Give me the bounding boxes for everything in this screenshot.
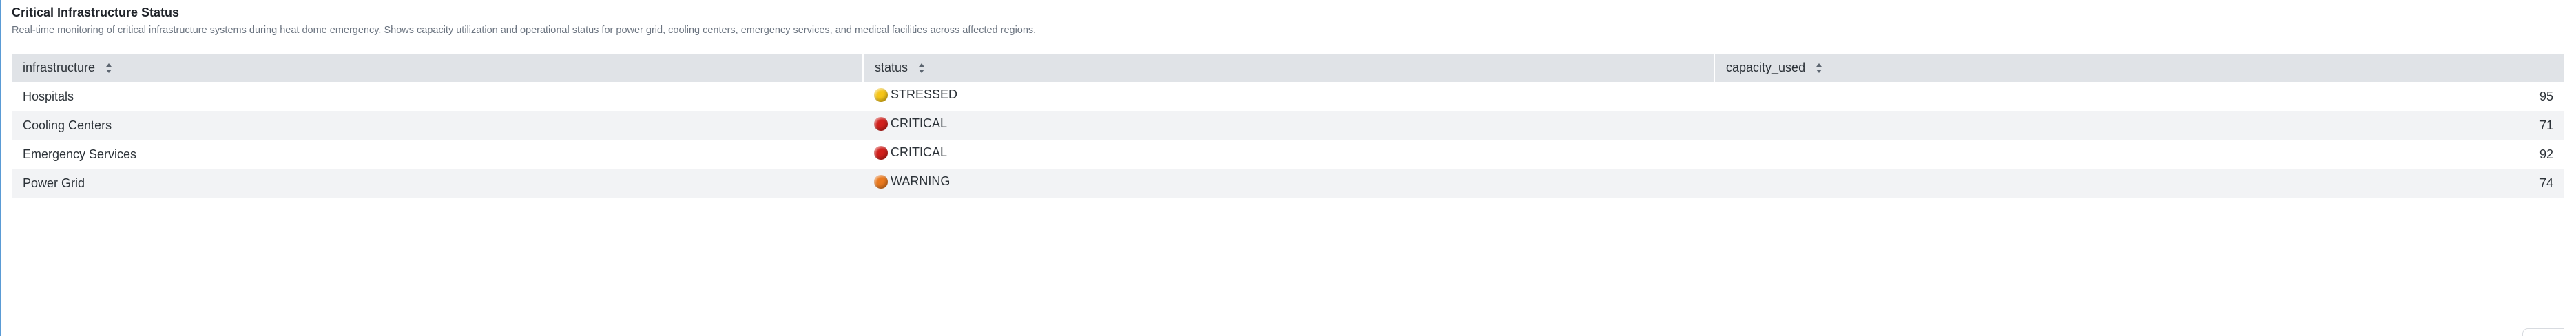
capacity-used-cell: 74 bbox=[2539, 176, 2553, 190]
column-header-capacity-used[interactable]: capacity_used bbox=[1714, 54, 2564, 82]
status-indicator-icon bbox=[874, 174, 888, 189]
status-cell: WARNING bbox=[863, 169, 1714, 198]
status-label: STRESSED bbox=[891, 87, 958, 102]
capacity-used-cell: 95 bbox=[2539, 89, 2553, 103]
table-row[interactable]: Power Grid WARNING 74 bbox=[12, 169, 2564, 198]
infrastructure-cell: Cooling Centers bbox=[23, 118, 112, 132]
table-row[interactable]: Emergency Services CRITICAL 92 bbox=[12, 140, 2564, 169]
resize-corner bbox=[2522, 328, 2564, 336]
capacity-used-cell: 71 bbox=[2539, 118, 2553, 132]
sort-icon[interactable] bbox=[105, 63, 112, 74]
infrastructure-status-panel: Critical Infrastructure Status Real-time… bbox=[12, 0, 2564, 336]
capacity-used-cell: 92 bbox=[2539, 147, 2553, 161]
panel-description: Real-time monitoring of critical infrast… bbox=[12, 25, 1037, 36]
table-row[interactable]: Hospitals STRESSED 95 bbox=[12, 82, 2564, 111]
status-indicator-icon bbox=[874, 116, 888, 131]
infrastructure-cell: Hospitals bbox=[23, 89, 74, 103]
status-cell: CRITICAL bbox=[863, 111, 1714, 140]
table-row[interactable]: Cooling Centers CRITICAL 71 bbox=[12, 111, 2564, 140]
column-header-label: status bbox=[875, 61, 908, 74]
table-header-row: infrastructure status capacity_used bbox=[12, 54, 2564, 82]
panel-title: Critical Infrastructure Status bbox=[12, 6, 180, 19]
status-indicator-icon bbox=[874, 145, 888, 160]
sort-icon[interactable] bbox=[1816, 63, 1822, 74]
status-label: WARNING bbox=[891, 174, 951, 189]
status-cell: CRITICAL bbox=[863, 140, 1714, 169]
status-label: CRITICAL bbox=[891, 145, 948, 160]
panel-left-accent bbox=[0, 0, 1, 336]
infrastructure-table: infrastructure status capacity_used Hosp… bbox=[12, 54, 2564, 198]
column-header-infrastructure[interactable]: infrastructure bbox=[12, 54, 864, 82]
column-header-status[interactable]: status bbox=[863, 54, 1715, 82]
sort-icon[interactable] bbox=[918, 63, 925, 74]
column-header-label: infrastructure bbox=[23, 61, 96, 74]
column-header-label: capacity_used bbox=[1726, 61, 1806, 74]
infrastructure-cell: Emergency Services bbox=[23, 147, 137, 161]
status-indicator-icon bbox=[874, 87, 888, 102]
infrastructure-cell: Power Grid bbox=[23, 176, 85, 190]
status-label: CRITICAL bbox=[891, 116, 948, 131]
status-cell: STRESSED bbox=[863, 82, 1714, 111]
